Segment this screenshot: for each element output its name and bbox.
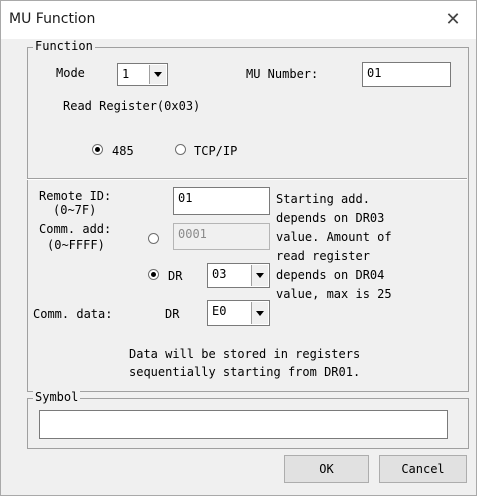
remote-id-range: (0~7F): [53, 203, 97, 217]
cancel-button[interactable]: Cancel: [379, 455, 467, 483]
remote-id-label: Remote ID:: [39, 189, 112, 203]
remote-id-input[interactable]: 01: [173, 187, 270, 215]
dr-radio[interactable]: [148, 269, 159, 280]
radio-tcpip[interactable]: [175, 144, 186, 155]
read-register-text: Read Register(0x03): [63, 99, 201, 113]
radio-485[interactable]: [92, 144, 103, 155]
radio-485-dot: [95, 147, 100, 152]
storage-note-line-2: sequentially starting from DR01.: [129, 365, 361, 379]
comm-add-radio[interactable]: [148, 233, 159, 244]
window-title: MU Function: [9, 11, 96, 27]
dr-radio-label[interactable]: DR: [168, 269, 182, 283]
mode-label: Mode: [56, 66, 85, 80]
mu-function-dialog: MU Function ✕ Function Mode 1 MU Number:…: [0, 0, 477, 496]
mode-select[interactable]: 1: [117, 63, 168, 86]
chevron-down-icon[interactable]: [251, 265, 268, 286]
comm-add-range: (0~FFFF): [47, 238, 105, 252]
dr-select-value: 03: [212, 267, 227, 281]
function-legend: Function: [33, 39, 95, 53]
dr-radio-dot: [151, 272, 156, 277]
info-line-6: value, max is 25: [276, 287, 392, 301]
info-line-1: Starting add.: [276, 192, 370, 206]
title-bar[interactable]: MU Function ✕: [1, 1, 476, 39]
comm-data-select-value: E0: [212, 304, 227, 318]
symbol-input[interactable]: [39, 410, 448, 439]
mu-number-input[interactable]: 01: [362, 62, 451, 87]
comm-add-label: Comm. add:: [39, 222, 112, 236]
comm-data-select[interactable]: E0: [207, 300, 270, 326]
divider: [27, 178, 467, 180]
mode-select-value: 1: [122, 67, 130, 81]
comm-data-dr-label: DR: [165, 307, 180, 321]
storage-note-line-1: Data will be stored in registers: [129, 347, 361, 361]
comm-add-input[interactable]: 0001: [173, 223, 270, 250]
radio-485-label[interactable]: 485: [112, 144, 134, 158]
symbol-legend: Symbol: [33, 390, 81, 404]
info-line-2: depends on DR03: [276, 211, 385, 225]
chevron-down-icon[interactable]: [149, 65, 166, 84]
chevron-down-icon[interactable]: [251, 302, 268, 324]
info-line-3: value. Amount of: [276, 230, 392, 244]
ok-button[interactable]: OK: [284, 455, 369, 483]
mu-number-label: MU Number:: [246, 67, 319, 81]
close-icon[interactable]: ✕: [440, 7, 466, 33]
info-line-4: read register: [276, 249, 370, 263]
radio-tcpip-label[interactable]: TCP/IP: [194, 144, 237, 158]
info-line-5: depends on DR04: [276, 268, 385, 282]
dr-select[interactable]: 03: [207, 263, 270, 288]
comm-data-label: Comm. data:: [33, 307, 113, 321]
